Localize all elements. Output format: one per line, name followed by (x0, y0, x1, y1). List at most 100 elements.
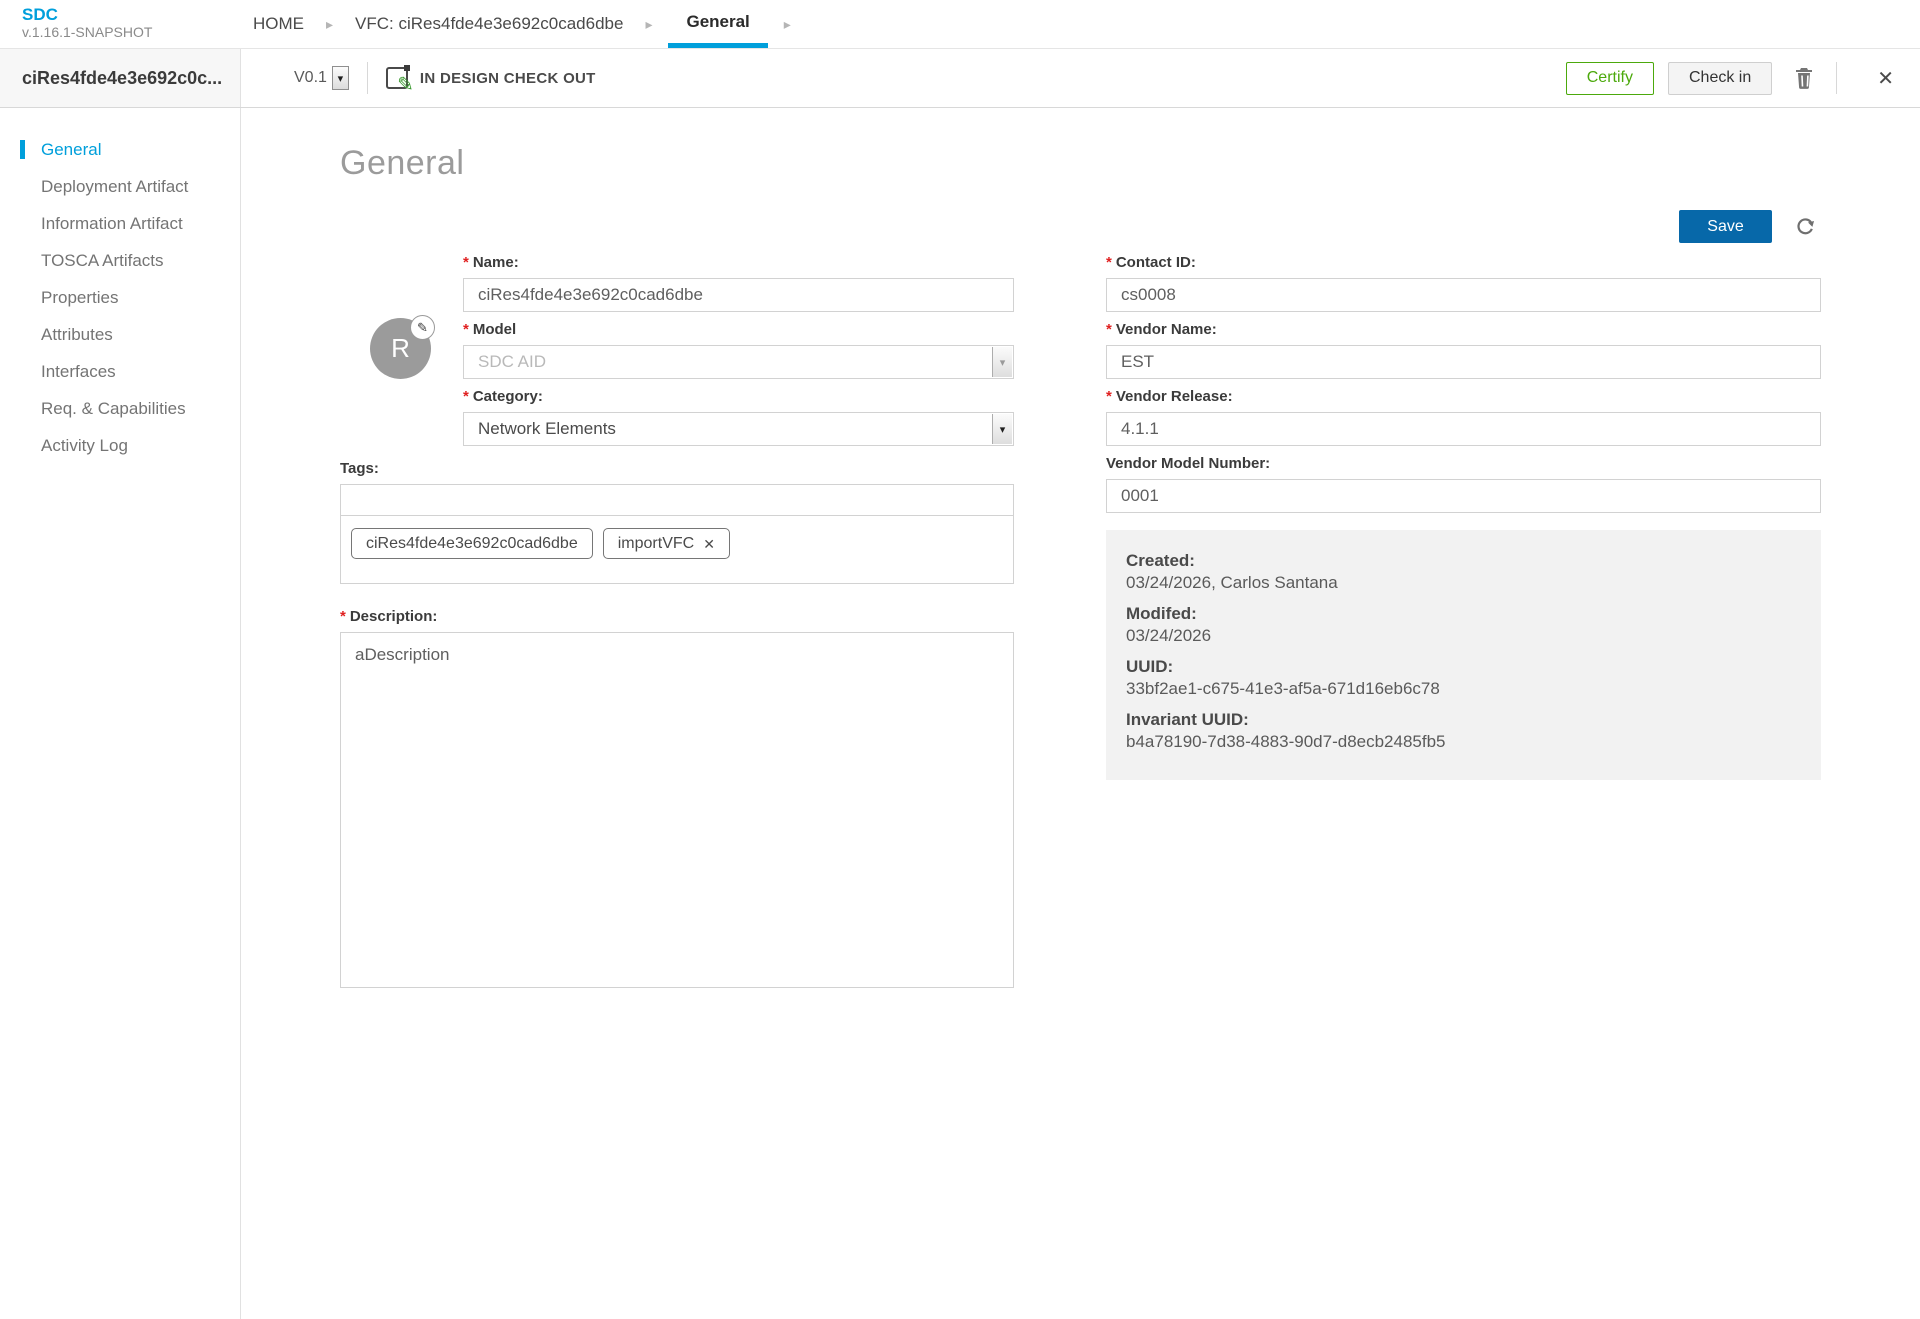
tag-chip-label: ciRes4fde4e3e692c0cad6dbe (366, 535, 578, 553)
trash-icon (1794, 67, 1814, 89)
vendor-name-input[interactable] (1106, 345, 1821, 379)
contact-id-label-text: Contact ID: (1116, 254, 1196, 271)
tag-chip: ciRes4fde4e3e692c0cad6dbe (351, 528, 593, 559)
revert-button[interactable] (1790, 211, 1821, 242)
breadcrumb-vfc[interactable]: VFC: ciRes4fde4e3e692c0cad6dbe (349, 0, 629, 48)
vendor-model-number-input[interactable] (1106, 479, 1821, 513)
sidebar-item-label: Information Artifact (41, 214, 183, 234)
avatar-edit-badge[interactable]: ✎ (410, 315, 435, 340)
app-logo[interactable]: SDC v.1.16.1-SNAPSHOT (0, 0, 241, 48)
vendor-release-label: *Vendor Release: (1106, 388, 1821, 405)
sidebar-item-label: Deployment Artifact (41, 177, 188, 197)
vendor-name-label: *Vendor Name: (1106, 321, 1821, 338)
uuid-label: UUID: (1126, 656, 1801, 678)
name-input[interactable] (463, 278, 1014, 312)
contact-id-label: *Contact ID: (1106, 254, 1821, 271)
breadcrumb: HOME ▸ VFC: ciRes4fde4e3e692c0cad6dbe ▸ … (241, 0, 807, 48)
toolbar: V0.1 ▾ ✎ IN DESIGN CHECK OUT Certify Che… (241, 49, 1920, 107)
sidebar-item-properties[interactable]: Properties (0, 279, 240, 316)
uuid-value: 33bf2ae1-c675-41e3-af5a-671d16eb6c78 (1126, 678, 1801, 700)
sidebar-item-general[interactable]: General (0, 131, 240, 168)
required-marker: * (463, 254, 469, 271)
contact-id-input[interactable] (1106, 278, 1821, 312)
avatar-letter: R (391, 333, 410, 364)
sidebar-item-label: Activity Log (41, 436, 128, 456)
refresh-icon (1794, 215, 1817, 238)
name-field-row: *Name: (463, 254, 1014, 312)
vendor-name-field-row: *Vendor Name: (1106, 321, 1821, 379)
form-column-left: R ✎ *Name: *Model (340, 254, 1014, 993)
chevron-right-icon: ▸ (629, 0, 668, 48)
model-field-row: *Model SDC AID ▾ (463, 321, 1014, 379)
required-marker: * (463, 321, 469, 338)
sidebar-item-activity-log[interactable]: Activity Log (0, 427, 240, 464)
entity-title: ciRes4fde4e3e692c0c... (22, 68, 222, 89)
name-label: *Name: (463, 254, 1014, 271)
description-field-row: *Description: aDescription (340, 608, 1014, 993)
invariant-uuid-value: b4a78190-7d38-4883-90d7-d8ecb2485fb5 (1126, 731, 1801, 753)
delete-button[interactable] (1790, 63, 1818, 93)
pencil-icon: ✎ (397, 75, 414, 95)
required-marker: * (1106, 321, 1112, 338)
name-label-text: Name: (473, 254, 519, 271)
version-select[interactable]: V0.1 ▾ (294, 66, 349, 90)
pencil-icon: ✎ (417, 320, 428, 336)
body-row: General Deployment Artifact Information … (0, 108, 1920, 1319)
required-marker: * (1106, 254, 1112, 271)
vendor-release-input[interactable] (1106, 412, 1821, 446)
description-label-text: Description: (350, 608, 438, 625)
sidebar-item-interfaces[interactable]: Interfaces (0, 353, 240, 390)
sidebar-item-information-artifact[interactable]: Information Artifact (0, 205, 240, 242)
sidebar-item-label: Properties (41, 288, 118, 308)
tag-chip: importVFC ✕ (603, 528, 730, 559)
toolbar-row: ciRes4fde4e3e692c0c... V0.1 ▾ ✎ IN DESIG… (0, 49, 1920, 108)
page-title: General (340, 144, 1920, 183)
category-label: *Category: (463, 388, 1014, 405)
top-header: SDC v.1.16.1-SNAPSHOT HOME ▸ VFC: ciRes4… (0, 0, 1920, 49)
lifecycle-status-label: IN DESIGN CHECK OUT (420, 70, 596, 87)
checkout-pencil-icon: ✎ (386, 67, 408, 89)
general-form: Save R ✎ (340, 210, 1821, 993)
breadcrumb-general-tab[interactable]: General (668, 0, 767, 48)
chevron-down-icon[interactable]: ▾ (332, 66, 349, 90)
sidebar-item-label: General (41, 140, 101, 160)
save-button[interactable]: Save (1679, 210, 1772, 243)
sidebar-item-label: TOSCA Artifacts (41, 251, 164, 271)
category-label-text: Category: (473, 388, 543, 405)
entity-title-cell: ciRes4fde4e3e692c0c... (0, 49, 241, 107)
description-label: *Description: (340, 608, 1014, 625)
form-column-right: *Contact ID: *Vendor Name: *Vendor Relea… (1106, 254, 1821, 993)
save-row: Save (340, 210, 1821, 243)
sidebar-item-req-capabilities[interactable]: Req. & Capabilities (0, 390, 240, 427)
model-select-value: SDC AID (478, 352, 546, 372)
avatar[interactable]: R ✎ (370, 318, 431, 379)
app-logo-text[interactable]: SDC (22, 6, 241, 24)
description-textarea[interactable]: aDescription (340, 632, 1014, 988)
vendor-name-label-text: Vendor Name: (1116, 321, 1217, 338)
toolbar-divider (1836, 62, 1837, 94)
tags-input[interactable] (340, 484, 1014, 516)
close-button[interactable]: ✕ (1873, 62, 1898, 95)
breadcrumb-home[interactable]: HOME (247, 0, 310, 48)
sidebar-item-tosca-artifacts[interactable]: TOSCA Artifacts (0, 242, 240, 279)
category-select[interactable]: Network Elements ▾ (463, 412, 1014, 446)
created-value: 03/24/2026, Carlos Santana (1126, 572, 1801, 594)
tags-chip-area: ciRes4fde4e3e692c0cad6dbe importVFC ✕ (340, 516, 1014, 584)
checkin-button[interactable]: Check in (1668, 62, 1772, 95)
close-icon: ✕ (1877, 66, 1894, 91)
vendor-model-number-field-row: Vendor Model Number: (1106, 455, 1821, 513)
sidebar-item-label: Req. & Capabilities (41, 399, 186, 419)
required-marker: * (340, 608, 346, 625)
modified-value: 03/24/2026 (1126, 625, 1801, 647)
tag-remove-icon[interactable]: ✕ (703, 537, 715, 551)
sidebar-item-label: Interfaces (41, 362, 116, 382)
chevron-right-icon: ▸ (310, 0, 349, 48)
vendor-model-number-label: Vendor Model Number: (1106, 455, 1821, 472)
app-version-label: v.1.16.1-SNAPSHOT (22, 24, 241, 40)
sidebar-item-label: Attributes (41, 325, 113, 345)
certify-button[interactable]: Certify (1566, 62, 1654, 95)
required-marker: * (463, 388, 469, 405)
sidebar-item-attributes[interactable]: Attributes (0, 316, 240, 353)
sidebar-item-deployment-artifact[interactable]: Deployment Artifact (0, 168, 240, 205)
category-select-value: Network Elements (478, 419, 616, 439)
